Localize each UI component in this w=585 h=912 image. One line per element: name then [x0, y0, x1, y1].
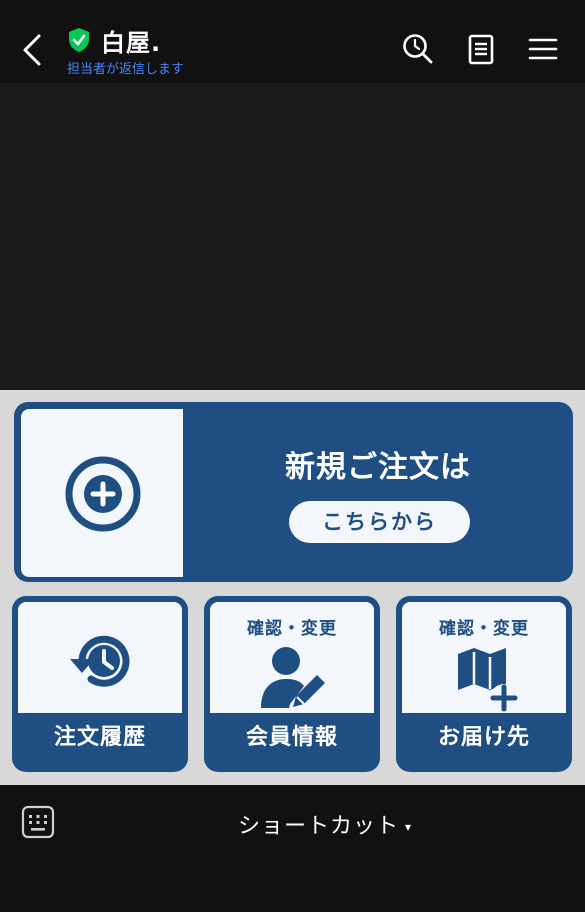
user-edit-icon — [261, 647, 325, 708]
history-icon — [70, 635, 130, 687]
tile-icon-panel: 確認・変更 — [210, 602, 374, 713]
bottom-bar — [0, 785, 585, 912]
keyboard-icon[interactable] — [21, 805, 55, 839]
menu-icon[interactable] — [527, 33, 559, 65]
shortcut-label: ショートカット — [238, 814, 400, 839]
chat-area[interactable] — [0, 83, 585, 390]
verified-shield-icon — [69, 28, 89, 52]
member-info-label: 会員情報 — [245, 725, 338, 750]
caret-down-icon: ▾ — [405, 820, 413, 834]
delivery-address-sublabel: 確認・変更 — [439, 619, 529, 639]
delivery-address-label: お届け先 — [437, 725, 530, 750]
search-icon[interactable] — [402, 33, 434, 65]
plus-circle-icon — [65, 456, 141, 532]
back-icon[interactable] — [18, 32, 50, 68]
new-order-icon-panel — [21, 409, 183, 577]
chat-header: 白屋. 担当者が返信します — [0, 0, 585, 83]
shortcut-toggle[interactable]: ショートカット ▾ — [238, 808, 412, 840]
order-history-label: 注文履歴 — [53, 725, 146, 750]
chat-title: 白屋. — [101, 29, 162, 57]
delivery-address-button[interactable]: 確認・変更 お届け先 — [396, 596, 572, 772]
new-order-heading: 新規ご注文は — [285, 450, 471, 485]
chat-subtitle: 担当者が返信します — [67, 62, 185, 77]
member-info-button[interactable]: 確認・変更 会員情報 — [204, 596, 380, 772]
notes-icon[interactable] — [465, 33, 497, 65]
tile-icon-panel — [18, 602, 182, 713]
tile-icon-panel: 確認・変更 — [402, 602, 566, 713]
new-order-button[interactable]: 新規ご注文は こちらから — [14, 402, 573, 582]
new-order-pill-button[interactable]: こちらから — [289, 501, 470, 543]
order-history-button[interactable]: 注文履歴 — [12, 596, 188, 772]
map-add-icon — [458, 648, 518, 712]
member-info-sublabel: 確認・変更 — [247, 619, 337, 639]
